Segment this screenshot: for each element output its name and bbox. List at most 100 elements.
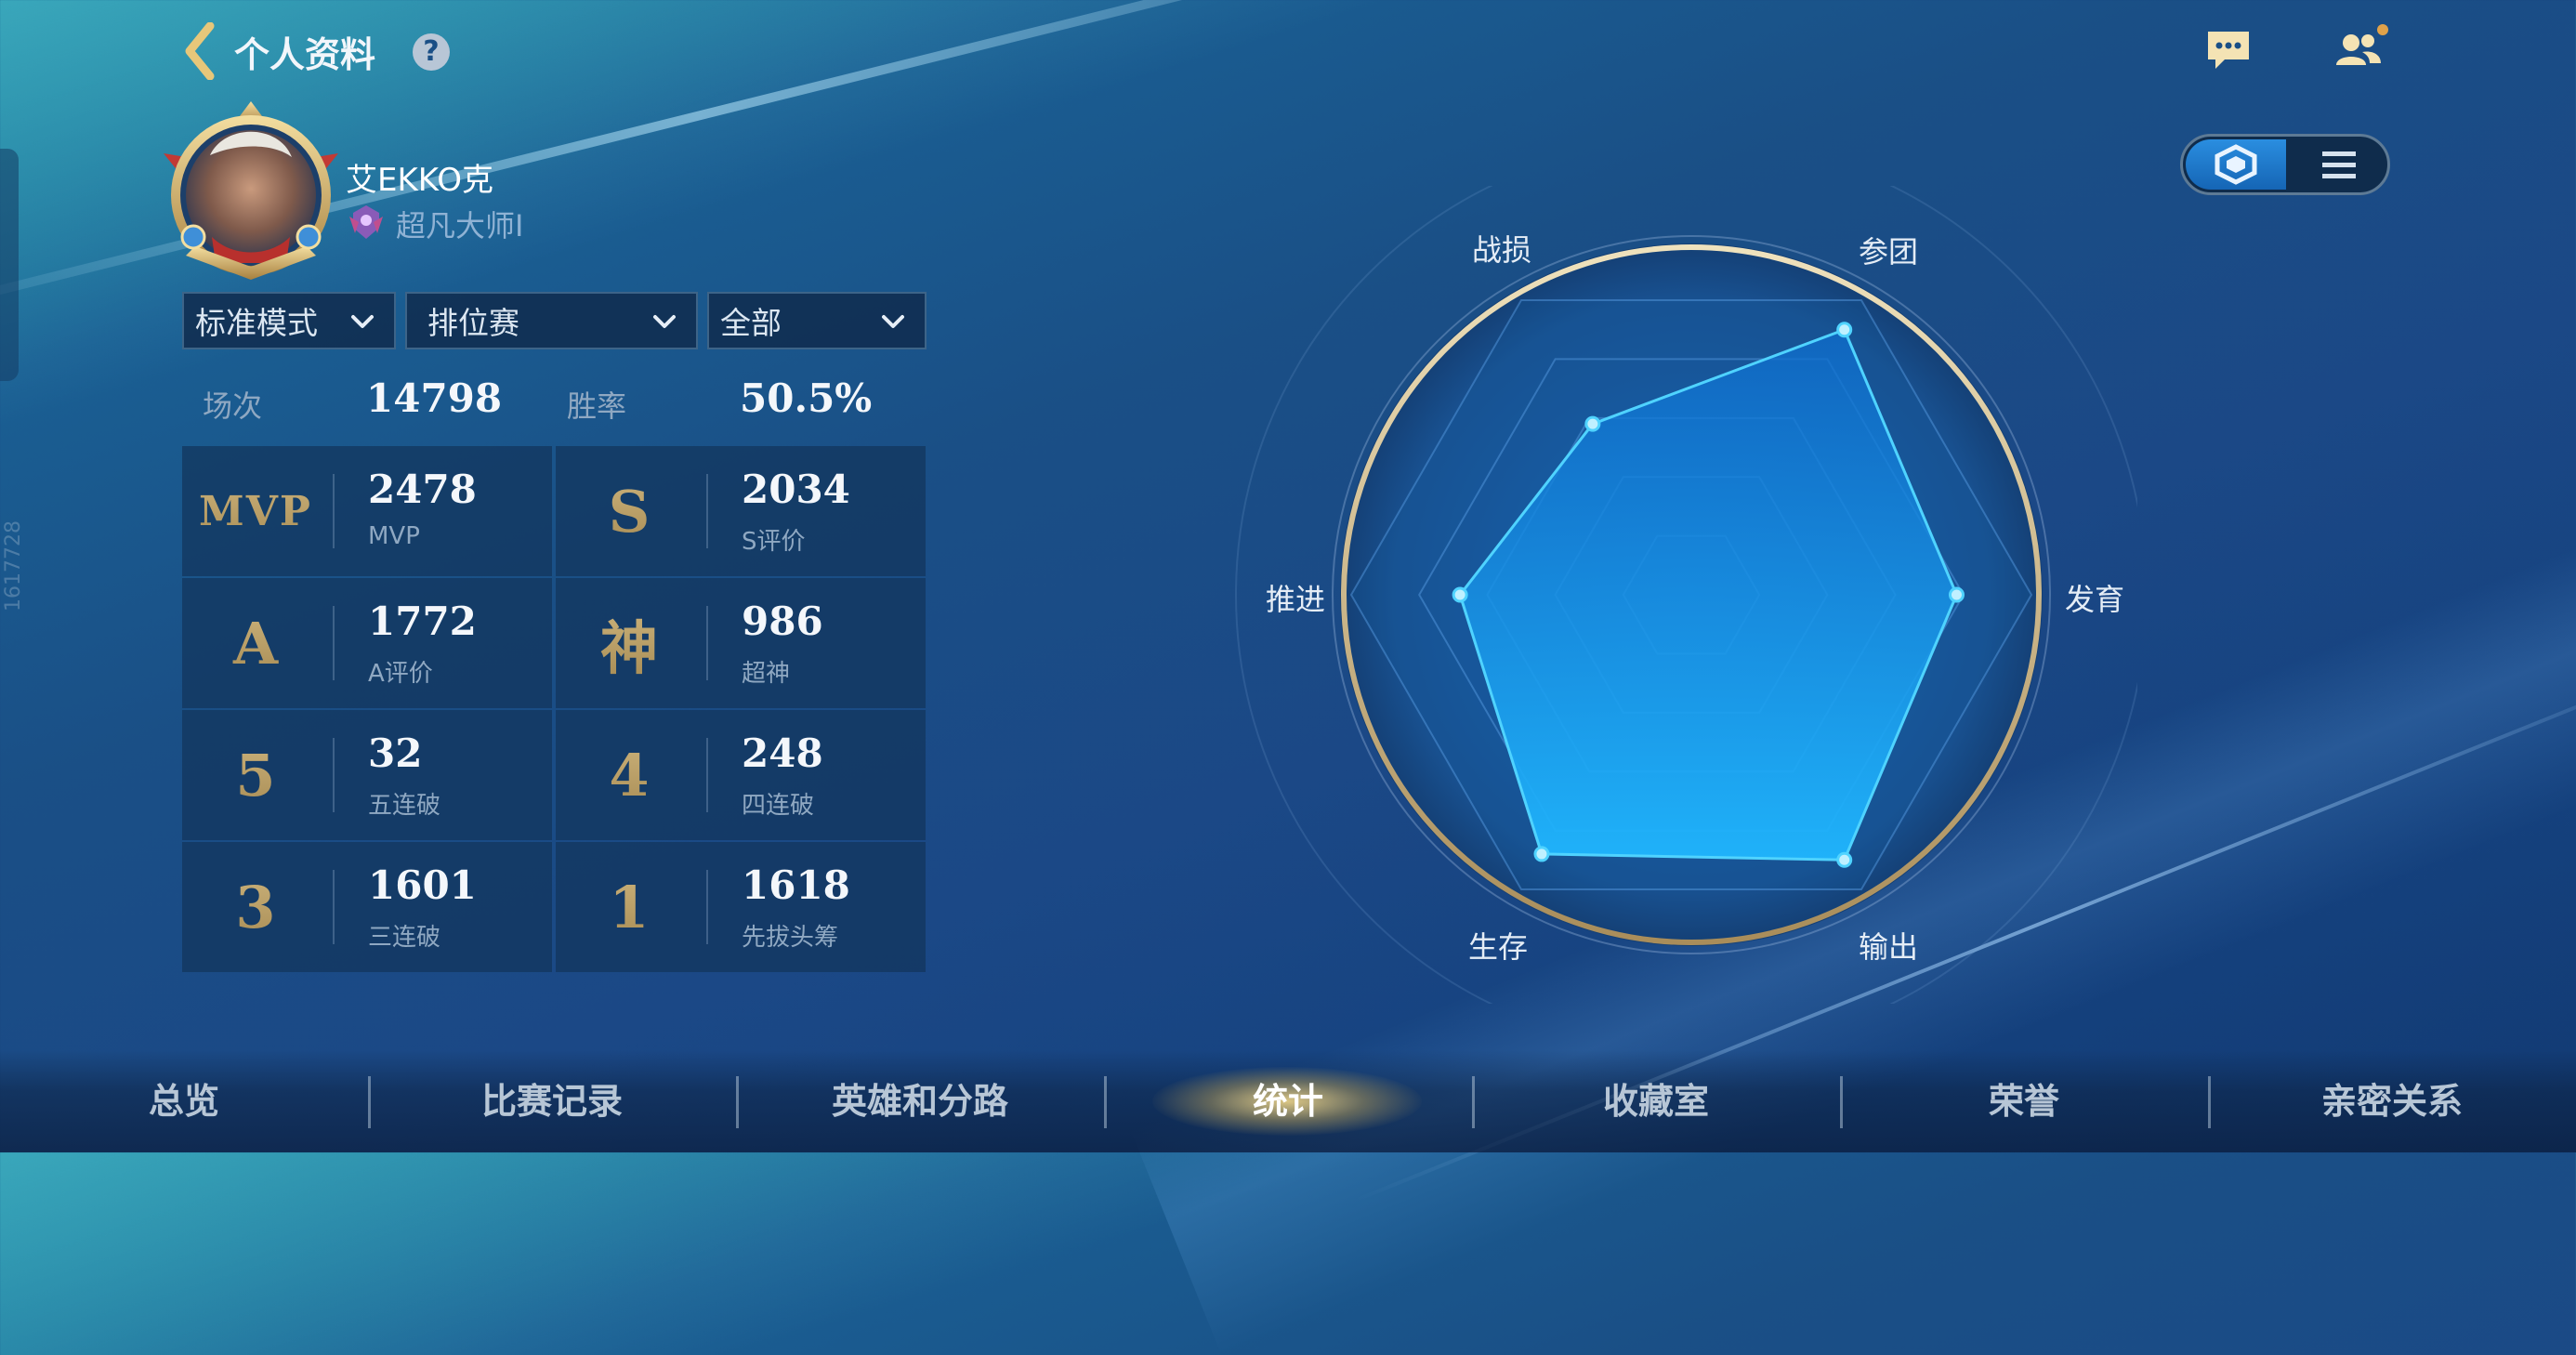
mode-dropdown-value: 标准模式 — [195, 305, 318, 341]
stat-value: 248 — [742, 730, 823, 776]
stat-divider — [333, 606, 335, 680]
match-type-dropdown[interactable]: 排位赛 — [405, 292, 698, 349]
stat-divider — [333, 738, 335, 812]
rank-title: 超凡大师I — [396, 208, 524, 243]
stat-cell-mvp: MVP 2478 MVP — [182, 446, 552, 576]
stat-cell-first-blood: 1 1618 先拔头筹 — [556, 842, 926, 972]
stat-divider — [333, 474, 335, 548]
stat-divider — [706, 474, 708, 548]
friends-button[interactable] — [2331, 22, 2390, 74]
tab-divider — [368, 1076, 371, 1128]
radar-axis-label: 战损 — [1472, 232, 1532, 268]
side-id-text: 1617728 — [2, 520, 25, 612]
scope-dropdown-value: 全部 — [720, 305, 782, 341]
back-button[interactable] — [182, 21, 219, 81]
avatar-frame-icon — [164, 101, 338, 280]
stat-label: S评价 — [742, 528, 806, 556]
tab-heroes-and-lanes[interactable]: 英雄和分路 — [781, 1069, 1059, 1134]
stat-cell-quadra-kill: 4 248 四连破 — [556, 710, 926, 840]
stat-value: 2478 — [368, 467, 477, 512]
matches-label: 场次 — [203, 388, 263, 424]
stats-grid: MVP 2478 MVP S 2034 S评价 A 1772 A评价 神 986… — [182, 446, 926, 972]
list-view-button[interactable] — [2293, 139, 2385, 190]
tab-divider — [2208, 1076, 2211, 1128]
stat-badge-5: 5 — [182, 710, 329, 840]
chevron-down-icon — [351, 315, 374, 328]
stat-divider — [706, 606, 708, 680]
stat-badge-4: 4 — [556, 710, 703, 840]
mode-dropdown[interactable]: 标准模式 — [182, 292, 396, 349]
radar-svg — [1235, 138, 2148, 1051]
view-toggle[interactable] — [2180, 134, 2390, 195]
tab-divider — [1472, 1076, 1475, 1128]
scope-dropdown[interactable]: 全部 — [707, 292, 927, 349]
stat-value: 986 — [742, 599, 823, 644]
notification-dot — [2377, 24, 2388, 35]
stat-cell-legendary: 神 986 超神 — [556, 578, 926, 708]
stat-value: 1772 — [368, 599, 477, 644]
tab-relationships[interactable]: 亲密关系 — [2253, 1069, 2531, 1134]
tab-divider — [1840, 1076, 1843, 1128]
stat-divider — [333, 870, 335, 944]
chevron-down-icon — [653, 315, 676, 328]
ability-radar-chart — [1227, 138, 2148, 1051]
stat-badge-3: 3 — [182, 842, 329, 972]
help-button[interactable]: ? — [413, 33, 450, 71]
chat-button[interactable] — [2204, 28, 2253, 74]
stat-label: A评价 — [368, 660, 433, 688]
stat-label: 四连破 — [742, 792, 815, 820]
stat-label: 先拔头筹 — [742, 924, 839, 952]
winrate-value: 50.5% — [740, 375, 873, 421]
winrate-label: 胜率 — [567, 388, 627, 424]
stat-value: 1601 — [368, 862, 477, 908]
tab-divider — [1104, 1076, 1107, 1128]
tab-match-history[interactable]: 比赛记录 — [413, 1069, 691, 1134]
radar-value-point — [1836, 322, 1853, 338]
radar-axis-label: 参团 — [1859, 234, 1919, 270]
radar-value-point — [1836, 851, 1853, 868]
tab-honors[interactable]: 荣誉 — [1885, 1069, 2163, 1134]
stat-cell-penta-kill: 5 32 五连破 — [182, 710, 552, 840]
stat-badge-mvp: MVP — [182, 446, 329, 576]
stat-label: 五连破 — [368, 792, 441, 820]
chevron-left-icon — [185, 21, 215, 81]
stat-badge-a: A — [182, 578, 329, 708]
rank-emblem-icon — [346, 202, 387, 243]
stat-cell-a-rating: A 1772 A评价 — [182, 578, 552, 708]
stat-label: 超神 — [742, 660, 791, 688]
stat-divider — [706, 738, 708, 812]
friends-icon — [2336, 24, 2388, 65]
tab-divider — [736, 1076, 739, 1128]
tab-statistics[interactable]: 统计 — [1149, 1069, 1427, 1134]
stat-divider — [706, 870, 708, 944]
stat-cell-triple-kill: 3 1601 三连破 — [182, 842, 552, 972]
radar-value-point — [1584, 415, 1601, 432]
stat-label: MVP — [368, 522, 420, 550]
avatar[interactable] — [158, 98, 344, 283]
match-type-dropdown-value: 排位赛 — [427, 305, 519, 341]
tab-collection[interactable]: 收藏室 — [1517, 1069, 1795, 1134]
radar-axis-label: 生存 — [1468, 929, 1529, 965]
stat-badge-s: S — [556, 446, 703, 576]
radar-view-button[interactable] — [2186, 139, 2286, 190]
stat-badge-legendary: 神 — [556, 578, 703, 708]
stat-value: 2034 — [742, 467, 850, 512]
radar-axis-label: 推进 — [1266, 582, 1326, 617]
page-title: 个人资料 — [234, 34, 376, 75]
chat-bubble-icon — [2208, 32, 2249, 69]
list-icon — [2322, 151, 2356, 178]
chevron-down-icon — [882, 315, 904, 328]
radar-value-point — [1452, 586, 1468, 603]
stat-value: 1618 — [742, 862, 850, 908]
radar-value-point — [1948, 586, 1965, 603]
radar-value-point — [1533, 846, 1550, 862]
side-drawer-handle[interactable] — [0, 149, 19, 381]
stat-value: 32 — [368, 730, 423, 776]
matches-value: 14798 — [366, 375, 503, 421]
hexagon-icon — [2215, 144, 2257, 185]
stat-label: 三连破 — [368, 924, 441, 952]
stat-cell-s-rating: S 2034 S评价 — [556, 446, 926, 576]
radar-axis-label: 输出 — [1859, 929, 1919, 965]
radar-axis-label: 发育 — [2065, 582, 2125, 617]
tab-overview[interactable]: 总览 — [45, 1069, 323, 1134]
